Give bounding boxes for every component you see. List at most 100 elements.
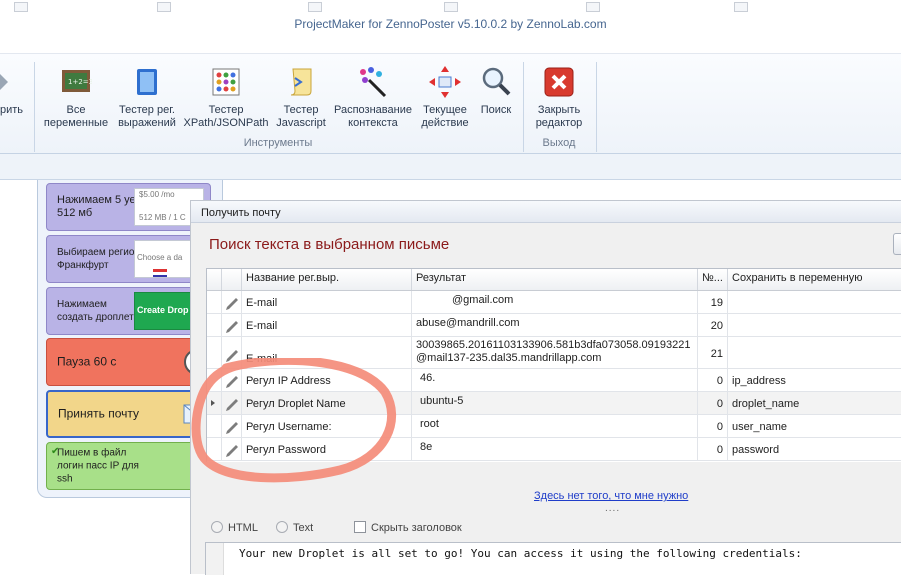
button-label: выражений [118, 117, 176, 129]
save-variable[interactable]: user_name [732, 421, 787, 433]
option-label: HTML [228, 522, 258, 534]
node-label: Нажимаем создать дроплет [57, 299, 134, 323]
flow-node[interactable]: Нажимаем создать дроплет Create Drop [46, 287, 211, 335]
flow-node[interactable]: ✔ Пишем в файл логин пасс IP для ssh [46, 442, 211, 490]
message-body-text: Your new Droplet is all set to go! You c… [239, 547, 802, 560]
node-label: Нажимаем 5 уе 512 мб [57, 194, 136, 219]
xpath-tester-button[interactable]: Тестер XPath/JSONPath [182, 66, 270, 130]
quick-access-icon[interactable] [14, 2, 28, 12]
magnifier-icon [480, 66, 512, 98]
regex-name: E-mail [246, 297, 278, 309]
javascript-tester-button[interactable]: Тестер Javascript [270, 66, 332, 130]
close-editor-button[interactable]: Закрыть редактор [528, 66, 590, 130]
option-label: Скрыть заголовок [371, 522, 462, 534]
button-label: действие [421, 117, 469, 129]
not-found-link[interactable]: Здесь нет того, что мне нужно [534, 490, 688, 502]
match-number: 20 [710, 320, 723, 332]
close-icon [543, 66, 575, 98]
button-label: контекста [348, 117, 398, 129]
ribbon-cut-label: рить [0, 104, 24, 116]
pencil-icon[interactable] [222, 291, 242, 313]
regex-tester-button[interactable]: Тестер рег. выражений [112, 66, 182, 130]
save-variable[interactable]: password [732, 444, 779, 456]
text-radio[interactable]: Text [276, 521, 313, 534]
regex-name: E-mail [246, 320, 278, 332]
search-button[interactable]: Поиск [476, 66, 516, 117]
regex-result: ubuntu-5 [420, 395, 464, 407]
flow-node[interactable]: Пауза 60 с [46, 338, 211, 386]
column-header[interactable]: Результат [412, 269, 698, 290]
chalkboard-icon: 1+2=3 [60, 66, 93, 98]
flow-node[interactable]: Выбираем регион Франкфурт Choose a da [46, 235, 211, 283]
match-number: 0 [716, 398, 723, 410]
match-number: 19 [710, 297, 723, 309]
button-label: Тестер [283, 104, 319, 116]
quick-access-icon[interactable] [444, 2, 458, 12]
thumb-text: $5.00 /mo [139, 190, 175, 199]
button-label: Все [66, 104, 86, 116]
dialog-title: Получить почту [191, 201, 901, 223]
node-label: Выбираем регион Франкфурт [57, 247, 140, 271]
grid-header: Название рег.выр. Результат №... Сохрани… [207, 269, 901, 291]
quick-access-icon[interactable] [586, 2, 600, 12]
message-body-view[interactable]: Your new Droplet is all set to go! You c… [205, 542, 901, 575]
flag-icon [153, 269, 167, 277]
button-label: Поиск [480, 104, 512, 116]
flow-node-selected[interactable]: Принять почту [46, 390, 211, 438]
window-title: ProjectMaker for ZennoPoster v5.10.0.2 b… [294, 17, 607, 31]
save-variable[interactable]: ip_address [732, 375, 786, 387]
flow-node[interactable]: Нажимаем 5 уе 512 мб $5.00 /mo 512 MB / … [46, 183, 211, 231]
column-header[interactable]: Название рег.выр. [242, 269, 412, 290]
regex-result-line2: @mail137-235.dal35.mandrillapp.com [416, 352, 602, 364]
arrow-icon [0, 66, 10, 98]
pencil-icon[interactable] [222, 314, 242, 336]
save-variable[interactable]: droplet_name [732, 398, 799, 410]
regex-result: root [420, 418, 439, 430]
title-bar: ProjectMaker for ZennoPoster v5.10.0.2 b… [0, 0, 901, 54]
button-label: редактор [535, 117, 583, 129]
quick-access-icon[interactable] [157, 2, 171, 12]
quick-access-icon[interactable] [734, 2, 748, 12]
button-label: XPath/JSONPath [183, 117, 269, 129]
thumb-text: 512 MB / 1 C [139, 213, 186, 222]
match-number: 0 [716, 444, 723, 456]
html-radio[interactable]: HTML [211, 521, 258, 534]
group-exit-label: Выход [542, 137, 576, 149]
node-label: Пишем в файл логин пасс IP для ssh [57, 447, 139, 485]
button-label: Распознавание [334, 104, 412, 116]
regex-result: 46. [420, 372, 436, 384]
button-label: Закрыть [537, 104, 581, 116]
button-label: Текущее [423, 104, 467, 116]
button-label: Тестер рег. [119, 104, 175, 116]
node-label: Пауза 60 с [57, 354, 117, 369]
regex-result: 30039865.20161103133906.581b3dfa073058.0… [416, 339, 691, 351]
target-arrows-icon [429, 66, 461, 98]
grid-dots-icon [210, 66, 242, 98]
match-number: 21 [710, 348, 723, 360]
button-label: переменные [43, 117, 109, 129]
context-recognition-button[interactable]: Распознавание контекста [332, 66, 414, 130]
option-label: Text [293, 522, 314, 534]
all-variables-button[interactable]: 1+2=3 Все переменные [40, 66, 112, 130]
dialog-heading: Поиск текста в выбранном письме [209, 236, 450, 253]
group-tools-label: Инструменты [243, 137, 313, 149]
color-pen-icon [357, 66, 389, 98]
toolbar-strip [0, 154, 901, 180]
ribbon-cut-button[interactable]: рить [0, 66, 26, 117]
column-header[interactable]: Сохранить в переменную [728, 269, 901, 290]
annotation-circle [191, 358, 397, 483]
quick-access-icon[interactable] [308, 2, 322, 12]
column-header[interactable]: №... [698, 269, 728, 290]
book-icon [131, 66, 163, 98]
dialog-top-button[interactable] [893, 233, 901, 255]
scroll-icon [285, 66, 317, 98]
splitter-grip[interactable]: .... [605, 503, 620, 514]
ribbon: рить 1+2=3 Все переменные Тестер рег. вы… [0, 54, 901, 154]
table-row[interactable]: E-mail @gmail.com 19 [207, 291, 901, 314]
match-number: 0 [716, 421, 723, 433]
svg-text:1+2=3: 1+2=3 [68, 78, 92, 86]
button-label: Тестер [208, 104, 244, 116]
hide-headers-checkbox[interactable]: Скрыть заголовок [354, 521, 462, 534]
table-row[interactable]: E-mail abuse@mandrill.com 20 [207, 314, 901, 337]
current-action-button[interactable]: Текущее действие [414, 66, 476, 130]
